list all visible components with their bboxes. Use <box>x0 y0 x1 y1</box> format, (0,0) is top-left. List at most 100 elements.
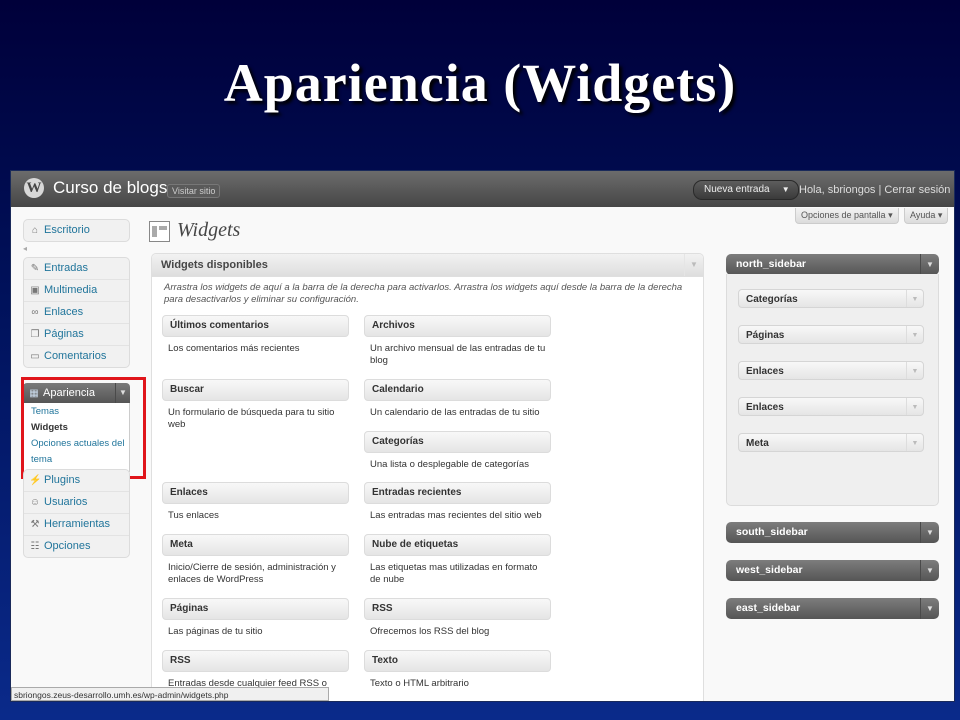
sidebar-name: west_sidebar <box>736 564 803 576</box>
menu-settings-group: ⚡ Plugins ☺ Usuarios ⚒ Herramientas ☷ Opcion… <box>23 469 130 558</box>
wordpress-logo-icon[interactable]: W <box>24 178 44 198</box>
highlight-box <box>21 377 146 479</box>
widget-texto[interactable]: Texto Texto o HTML arbitrario <box>364 650 551 690</box>
sidebar-widget-title: Enlaces <box>746 366 784 377</box>
sidebar-widget-title: Categorías <box>746 294 798 305</box>
widget-title[interactable]: Meta <box>162 534 349 556</box>
widget-description: Ofrecemos los RSS del blog <box>370 626 490 637</box>
widget-categorias[interactable]: Categorías Una lista o desplegable de ca… <box>364 431 551 471</box>
available-widgets-description: Arrastra los widgets de aquí a la barra … <box>164 282 683 305</box>
widget-title[interactable]: RSS <box>162 650 349 672</box>
chevron-down-icon[interactable]: ▼ <box>684 254 703 276</box>
media-icon: ▣ <box>30 285 40 296</box>
widget-description: Tus enlaces <box>168 510 219 521</box>
sidebar-widget[interactable]: Enlaces ▼ <box>738 397 924 416</box>
widget-meta[interactable]: Meta Inicio/Cierre de sesión, administra… <box>162 534 349 585</box>
browser-status-bar: sbriongos.zeus-desarrollo.umh.es/wp-admi… <box>11 687 329 701</box>
sidebar-name: east_sidebar <box>736 602 801 614</box>
menu-item-herramientas[interactable]: ⚒ Herramientas <box>24 514 129 536</box>
widget-archivos[interactable]: Archivos Un archivo mensual de las entra… <box>364 315 551 366</box>
help-label: Ayuda <box>910 210 936 220</box>
home-icon: ⌂ <box>31 225 39 236</box>
users-icon: ☺ <box>29 497 41 508</box>
chevron-down-icon[interactable]: ▼ <box>920 560 939 581</box>
menu-item-enlaces[interactable]: ∞ Enlaces <box>24 302 129 324</box>
new-entry-button[interactable]: Nueva entrada ▼ <box>693 180 799 200</box>
widget-rss-feed[interactable]: RSS Entradas desde cualquier feed RSS o <box>162 650 349 690</box>
widget-calendario[interactable]: Calendario Un calendario de las entradas… <box>364 379 551 419</box>
widget-title[interactable]: Entradas recientes <box>364 482 551 504</box>
chevron-down-icon[interactable]: ▼ <box>906 290 923 307</box>
chevron-down-icon[interactable]: ▼ <box>906 362 923 379</box>
menu-item-paginas[interactable]: ❐ Páginas <box>24 324 129 346</box>
menu-item-multimedia[interactable]: ▣ Multimedia <box>24 280 129 302</box>
visit-site-button[interactable]: Visitar sitio <box>167 184 221 198</box>
menu-item-label: Escritorio <box>44 224 90 236</box>
menu-item-label: Plugins <box>44 474 81 486</box>
widget-title[interactable]: Enlaces <box>162 482 349 504</box>
chevron-down-icon[interactable]: ▼ <box>906 434 923 451</box>
east-sidebar-header[interactable]: east_sidebar ▼ <box>726 598 939 619</box>
chevron-down-icon[interactable]: ▼ <box>906 398 923 415</box>
sidebar-widget[interactable]: Meta ▼ <box>738 433 924 452</box>
widget-buscar[interactable]: Buscar Un formulario de búsqueda para tu… <box>162 379 349 430</box>
link-icon: ∞ <box>31 307 39 318</box>
menu-item-label: Enlaces <box>44 306 84 318</box>
widget-title[interactable]: Últimos comentarios <box>162 315 349 337</box>
widget-title[interactable]: Buscar <box>162 379 349 401</box>
menu-item-plugins[interactable]: ⚡ Plugins <box>24 470 129 492</box>
sidebar-widget[interactable]: Páginas ▼ <box>738 325 924 344</box>
menu-item-comentarios[interactable]: ▭ Comentarios <box>24 346 129 367</box>
chevron-down-icon[interactable]: ▼ <box>906 326 923 343</box>
screen-options-button[interactable]: Opciones de pantalla ▾ <box>795 208 899 224</box>
help-button[interactable]: Ayuda ▾ <box>904 208 949 224</box>
wordpress-admin-screenshot: W Curso de blogs Visitar sitio Nueva ent… <box>10 170 955 702</box>
widget-entradas-recientes[interactable]: Entradas recientes Las entradas mas reci… <box>364 482 551 522</box>
available-widgets-header[interactable]: Widgets disponibles ▼ <box>152 254 703 277</box>
widget-enlaces[interactable]: Enlaces Tus enlaces <box>162 482 349 522</box>
widget-title[interactable]: Páginas <box>162 598 349 620</box>
widget-paginas[interactable]: Páginas Las páginas de tu sitio <box>162 598 349 638</box>
menu-item-escritorio[interactable]: ⌂ Escritorio <box>24 220 129 241</box>
chevron-down-icon[interactable]: ▼ <box>920 522 939 543</box>
widget-description: Un calendario de las entradas de tu siti… <box>370 407 540 418</box>
south-sidebar-header[interactable]: south_sidebar ▼ <box>726 522 939 543</box>
north-sidebar-header[interactable]: north_sidebar ▼ <box>726 254 939 275</box>
widget-title[interactable]: Categorías <box>364 431 551 453</box>
chevron-down-icon[interactable]: ▼ <box>920 598 939 619</box>
widget-title[interactable]: Archivos <box>364 315 551 337</box>
widget-description: Un archivo mensual de las entradas de tu… <box>370 343 546 366</box>
sidebar-widget[interactable]: Categorías ▼ <box>738 289 924 308</box>
available-widgets-title: Widgets disponibles <box>161 259 268 271</box>
widget-description: Una lista o desplegable de categorías <box>370 459 529 470</box>
available-widgets-panel: Widgets disponibles ▼ Arrastra los widge… <box>151 253 704 701</box>
sidebar-widget-title: Enlaces <box>746 402 784 413</box>
menu-item-label: Usuarios <box>44 496 88 508</box>
new-entry-label: Nueva entrada <box>704 184 770 195</box>
menu-collapse-icon[interactable]: ◂ <box>23 244 27 253</box>
menu-item-entradas[interactable]: ✎ Entradas <box>24 258 129 280</box>
menu-dashboard-group: ⌂ Escritorio <box>23 219 130 242</box>
menu-item-label: Multimedia <box>44 284 98 296</box>
widget-rss-blog[interactable]: RSS Ofrecemos los RSS del blog <box>364 598 551 638</box>
menu-item-usuarios[interactable]: ☺ Usuarios <box>24 492 129 514</box>
menu-item-opciones[interactable]: ☷ Opciones <box>24 536 129 557</box>
user-greeting[interactable]: Hola, sbriongos | Cerrar sesión <box>799 184 950 196</box>
widget-description: Inicio/Cierre de sesión, administración … <box>168 562 336 585</box>
sidebar-name: south_sidebar <box>736 526 808 538</box>
widget-description: Las páginas de tu sitio <box>168 626 263 637</box>
chevron-down-icon[interactable]: ▼ <box>782 181 790 199</box>
widget-title[interactable]: Nube de etiquetas <box>364 534 551 556</box>
widget-title[interactable]: RSS <box>364 598 551 620</box>
widget-ultimos-comentarios[interactable]: Últimos comentarios Los comentarios más … <box>162 315 349 355</box>
widget-title[interactable]: Calendario <box>364 379 551 401</box>
menu-item-label: Comentarios <box>44 350 107 362</box>
sidebar-widget[interactable]: Enlaces ▼ <box>738 361 924 380</box>
chevron-down-icon[interactable]: ▼ <box>920 254 939 275</box>
pages-icon: ❐ <box>30 329 40 340</box>
widget-nube-de-etiquetas[interactable]: Nube de etiquetas Las etiquetas mas util… <box>364 534 551 585</box>
west-sidebar-header[interactable]: west_sidebar ▼ <box>726 560 939 581</box>
sidebar-widget-title: Páginas <box>746 330 785 341</box>
widget-title[interactable]: Texto <box>364 650 551 672</box>
site-name[interactable]: Curso de blogs <box>53 178 167 198</box>
